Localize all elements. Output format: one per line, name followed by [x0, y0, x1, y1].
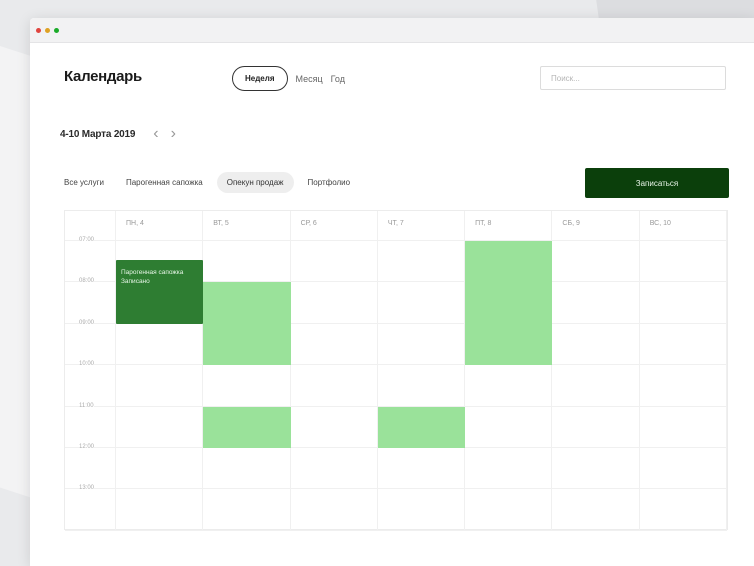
filter-service-1[interactable]: Парогенная сапожка — [126, 178, 203, 187]
page-title: Календарь — [64, 68, 142, 85]
filter-service-3[interactable]: Портфолио — [308, 178, 351, 187]
free-slot-event[interactable] — [377, 406, 466, 448]
time-slot[interactable] — [639, 406, 727, 448]
view-month-button[interactable]: Месяц — [296, 74, 323, 84]
time-slot[interactable] — [465, 406, 553, 448]
time-label: 07:00 — [65, 237, 116, 283]
time-slot[interactable] — [290, 447, 378, 490]
time-label: 12:00 — [65, 443, 116, 490]
time-slot[interactable] — [290, 282, 378, 324]
time-slot[interactable] — [639, 489, 727, 531]
filter-all-services[interactable]: Все услуги — [64, 178, 104, 187]
filter-service-2[interactable]: Опекун продаж — [216, 172, 294, 193]
week-calendar: ПН, 4 ВТ, 5 СР, 6 ЧТ, 7 ПТ, 8 СБ, 9 ВС, 10 07:0… — [64, 210, 728, 531]
time-slot[interactable] — [552, 489, 640, 531]
time-slot[interactable] — [639, 323, 727, 366]
day-header: ВС, 10 — [639, 211, 727, 241]
day-header: ПН, 4 — [116, 211, 204, 241]
free-slot-event[interactable] — [203, 406, 291, 448]
time-slot[interactable] — [203, 447, 291, 490]
time-slot[interactable] — [552, 241, 640, 283]
time-slot[interactable] — [552, 282, 640, 324]
time-slot[interactable] — [377, 365, 466, 407]
search-input[interactable] — [540, 66, 726, 90]
app-header: Календарь Неделя Месяц Год — [30, 42, 754, 110]
time-label-text: 10:00 — [79, 361, 95, 368]
time-slot[interactable] — [377, 323, 466, 366]
minimize-window-dot-icon[interactable] — [45, 27, 50, 33]
time-slot[interactable] — [552, 323, 640, 366]
time-label-text: 11:00 — [79, 402, 94, 409]
time-label-text: 13:00 — [79, 485, 95, 492]
time-label-text: 07:00 — [79, 237, 95, 243]
view-week-button[interactable]: Неделя — [232, 66, 288, 91]
day-header: ВТ, 5 — [203, 211, 291, 241]
time-slot[interactable] — [377, 447, 466, 490]
time-label: 13:00 — [65, 485, 116, 531]
time-slot[interactable] — [639, 365, 727, 407]
time-label-text: 09:00 — [79, 319, 95, 326]
time-slot[interactable] — [290, 406, 378, 448]
free-slot-event[interactable] — [465, 241, 553, 366]
time-slot[interactable] — [203, 489, 291, 531]
free-slot-event[interactable] — [203, 282, 291, 366]
time-slot[interactable] — [377, 241, 466, 283]
time-slot[interactable] — [116, 365, 204, 407]
calendar-grid: ПН, 4 ВТ, 5 СР, 6 ЧТ, 7 ПТ, 8 СБ, 9 ВС, 10 07:0… — [65, 211, 727, 531]
time-slot[interactable] — [290, 489, 378, 531]
app-window: Календарь Неделя Месяц Год 4-10 Марта 20… — [30, 18, 754, 566]
service-filters: Все услуги Парогенная сапожка Опекун про… — [64, 172, 372, 193]
time-slot[interactable] — [552, 447, 640, 490]
day-header: ЧТ, 7 — [377, 211, 466, 241]
time-slot[interactable] — [203, 241, 291, 283]
time-slot[interactable] — [552, 365, 640, 407]
time-slot[interactable] — [465, 447, 553, 490]
time-slot[interactable] — [377, 489, 466, 531]
time-label: 10:00 — [65, 361, 116, 407]
time-slot[interactable] — [116, 489, 204, 531]
time-slot[interactable] — [377, 282, 466, 324]
close-window-dot-icon[interactable] — [36, 27, 41, 33]
window-titlebar — [30, 18, 754, 43]
day-header: СБ, 9 — [552, 211, 640, 241]
time-slot[interactable] — [116, 447, 204, 490]
time-label-text: 12:00 — [79, 443, 95, 450]
time-slot[interactable] — [639, 447, 727, 490]
time-slot[interactable] — [203, 365, 291, 407]
view-year-button[interactable]: Год — [331, 74, 345, 84]
chevron-left-icon[interactable]: ‹ — [153, 126, 158, 142]
time-slot[interactable] — [290, 323, 378, 366]
time-slot[interactable] — [552, 406, 640, 448]
time-slot[interactable] — [639, 241, 727, 283]
time-slot[interactable] — [290, 241, 378, 283]
view-switcher: Неделя Месяц Год — [232, 66, 345, 91]
time-slot[interactable] — [465, 489, 553, 531]
time-label: 08:00 — [65, 278, 116, 324]
booked-event[interactable]: Парогенная сапожка Записано — [116, 259, 204, 324]
maximize-window-dot-icon[interactable] — [54, 27, 59, 33]
day-header: ПТ, 8 — [465, 211, 553, 241]
date-navigation: 4-10 Марта 2019 ‹ › — [60, 126, 176, 142]
time-slot[interactable] — [465, 365, 553, 407]
record-button[interactable]: Записаться — [585, 168, 729, 198]
day-header: СР, 6 — [290, 211, 378, 241]
time-slot[interactable] — [639, 282, 727, 324]
time-label: 11:00 — [65, 402, 116, 448]
date-range-label: 4-10 Марта 2019 — [60, 128, 136, 140]
time-slot[interactable] — [116, 323, 204, 366]
time-label-text: 08:00 — [79, 278, 95, 285]
time-label: 09:00 — [65, 319, 116, 366]
time-slot[interactable] — [290, 365, 378, 407]
chevron-right-icon[interactable]: › — [171, 126, 176, 142]
time-slot[interactable] — [116, 406, 204, 448]
